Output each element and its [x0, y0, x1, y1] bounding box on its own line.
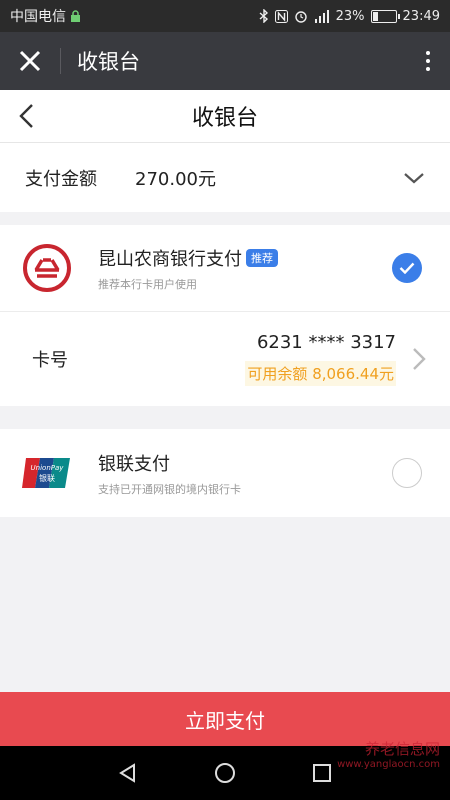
watermark-text: 养老信息网 — [364, 740, 440, 758]
more-dot — [426, 51, 430, 55]
carrier-group: 中国电信 — [10, 6, 259, 26]
status-bar: 中国电信 23% 23:49 — [0, 0, 450, 32]
app-title: 收银台 — [77, 50, 140, 74]
bank-name-line: 昆山农商银行支付 推荐 — [98, 245, 392, 271]
app-title-bar: 收银台 — [0, 32, 450, 90]
carrier-name: 中国电信 — [10, 9, 66, 25]
triangle-back-icon — [119, 763, 136, 783]
lock-icon — [71, 9, 80, 22]
watermark: 养老信息网 www.yanglaocn.com — [337, 738, 440, 770]
back-button[interactable] — [16, 102, 40, 130]
nav-back-button[interactable] — [116, 761, 140, 785]
amount-row[interactable]: 支付金额 270.00元 — [0, 142, 450, 212]
nav-home-button[interactable] — [213, 761, 237, 785]
amount-label: 支付金额 — [25, 168, 97, 190]
signal-icon — [314, 9, 329, 23]
watermark-url: www.yanglaocn.com — [337, 759, 440, 770]
amount-value: 270.00元 — [135, 168, 216, 190]
unionpay-name: 银联支付 — [98, 453, 170, 475]
chevron-right-icon[interactable] — [410, 346, 428, 372]
page-header: 收银台 — [0, 90, 450, 142]
square-recents-icon — [312, 764, 331, 782]
card-details: 6231 **** 3317 可用余额 8,066.44元 — [245, 332, 396, 386]
close-icon — [19, 50, 41, 72]
alarm-icon — [294, 11, 307, 23]
recommend-badge: 推荐 — [246, 248, 278, 267]
unionpay-radio[interactable] — [392, 458, 422, 488]
clock: 23:49 — [402, 8, 440, 24]
bank-desc: 推荐本行卡用户使用 — [98, 277, 197, 291]
unionpay-desc: 支持已开通网银的境内银行卡 — [98, 482, 241, 496]
close-button[interactable] — [0, 32, 60, 90]
unionpay-logo-icon: UnionPay 银联 — [22, 458, 70, 488]
svg-text:银联: 银联 — [39, 473, 55, 483]
nfc-icon — [274, 9, 288, 23]
payment-method-bank[interactable]: 昆山农商银行支付 推荐 推荐本行卡用户使用 — [0, 225, 450, 311]
nav-recents-button[interactable] — [310, 761, 334, 785]
checkmark-icon — [399, 262, 415, 274]
bank-logo-icon — [23, 244, 71, 292]
circle-home-icon — [214, 763, 235, 783]
more-dot — [426, 59, 430, 63]
battery-icon — [370, 9, 400, 23]
page-title: 收银台 — [191, 106, 258, 131]
selected-check[interactable] — [392, 253, 422, 283]
payment-method-unionpay[interactable]: UnionPay 银联 银联支付 支持已开通网银的境内银行卡 — [0, 429, 450, 517]
bank-info: 昆山农商银行支付 推荐 推荐本行卡用户使用 — [98, 245, 392, 292]
unionpay-info: 银联支付 支持已开通网银的境内银行卡 — [98, 450, 392, 497]
card-row[interactable]: 卡号 6231 **** 3317 可用余额 8,066.44元 — [0, 311, 450, 406]
card-number: 6231 **** 3317 — [256, 332, 396, 353]
battery-percent: 23% — [335, 8, 365, 24]
battery-fill — [372, 11, 378, 21]
more-dot — [426, 67, 430, 71]
more-button[interactable] — [406, 51, 450, 71]
bluetooth-icon — [259, 9, 268, 23]
bank-name: 昆山农商银行支付 — [98, 248, 242, 270]
chevron-down-icon[interactable] — [402, 171, 426, 185]
chevron-left-icon — [19, 104, 33, 128]
card-label: 卡号 — [32, 350, 68, 371]
status-icons: 23% 23:49 — [259, 9, 440, 24]
card-balance: 可用余额 8,066.44元 — [245, 361, 396, 386]
svg-text:UnionPay: UnionPay — [31, 464, 65, 472]
